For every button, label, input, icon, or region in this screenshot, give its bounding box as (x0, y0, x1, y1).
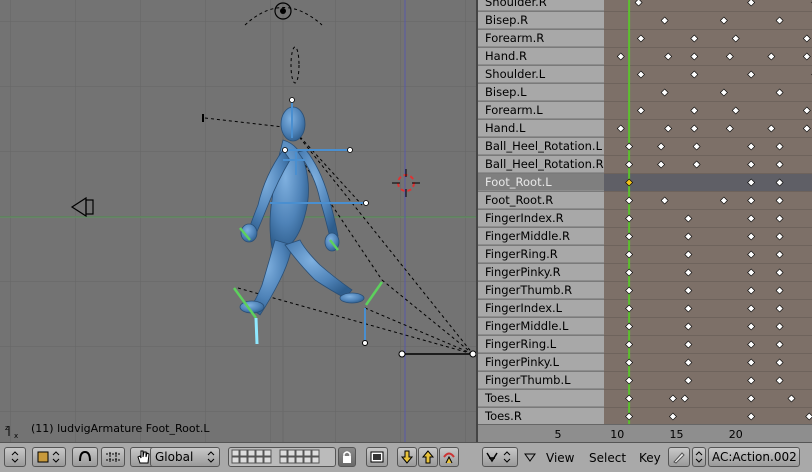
channel-label: Foot_Root.R (485, 193, 553, 207)
channel-label: Shoulder.R (485, 0, 547, 9)
channel-row[interactable]: Hand.L (478, 120, 604, 137)
channel-row[interactable]: Hand.R (478, 48, 604, 65)
channel-label: Toes.R (485, 409, 522, 423)
channel-label: Foot_Root.L (485, 175, 552, 189)
pose-paste-icon[interactable] (418, 447, 438, 467)
channel-row[interactable]: Forearm.L (478, 102, 604, 119)
viewport-canvas[interactable] (0, 0, 476, 442)
channel-label: FingerThumb.L (485, 373, 571, 387)
channel-label: FingerIndex.R (485, 211, 564, 225)
channel-row[interactable]: Toes.L (478, 390, 604, 407)
channel-row[interactable]: Bisep.R (478, 12, 604, 29)
channel-label: FingerMiddle.L (485, 319, 568, 333)
ruler-tick-label: 10 (610, 428, 624, 441)
action-editor-header: View Select Key AC:Action.002 (478, 442, 812, 472)
action-editor-icon[interactable] (482, 447, 518, 467)
channel-label: FingerRing.R (485, 247, 558, 261)
svg-text:x: x (14, 432, 18, 440)
layer-buttons[interactable] (228, 447, 336, 467)
viewport-header: Global (0, 442, 478, 472)
pivot-icon[interactable] (72, 447, 98, 467)
ruler-tick-label: 15 (670, 428, 684, 441)
3d-viewport[interactable]: z x (11) ludvigArmature Foot_Root.L (0, 0, 478, 442)
channel-row[interactable]: Bisep.L (478, 84, 604, 101)
pose-flip-icon[interactable] (439, 447, 459, 467)
channel-row[interactable]: FingerThumb.R (478, 282, 604, 299)
action-browse-icon[interactable] (668, 447, 690, 467)
channel-row[interactable]: Forearm.R (478, 30, 604, 47)
pose-copy-icon[interactable] (397, 447, 417, 467)
channel-label: Toes.L (485, 391, 520, 405)
channel-label: Forearm.L (485, 103, 543, 117)
orientation-label: Global (155, 450, 193, 464)
channel-label: FingerMiddle.R (485, 229, 570, 243)
channel-row[interactable]: FingerRing.L (478, 336, 604, 353)
window-type-icon[interactable] (4, 447, 26, 467)
channel-row[interactable]: FingerIndex.R (478, 210, 604, 227)
channel-label: FingerThumb.R (485, 283, 572, 297)
channel-label: Shoulder.L (485, 67, 545, 81)
channel-label: Hand.R (485, 49, 527, 63)
channel-row[interactable]: FingerThumb.L (478, 372, 604, 389)
channel-label: FingerPinky.L (485, 355, 559, 369)
frame-ruler[interactable]: 5 10 15 20 (478, 424, 812, 442)
ruler-tick-label: 20 (729, 428, 743, 441)
viewport-status-text: (11) ludvigArmature Foot_Root.L (31, 422, 210, 435)
channel-label: Ball_Heel_Rotation.R (485, 157, 604, 171)
render-icon[interactable] (366, 447, 388, 467)
channel-row[interactable]: FingerPinky.L (478, 354, 604, 371)
snap-grid-icon[interactable] (101, 447, 125, 467)
channel-row[interactable]: FingerPinky.R (478, 264, 604, 281)
channel-row[interactable]: Foot_Root.L (478, 174, 604, 191)
menu-view[interactable]: View (546, 451, 574, 465)
channel-label: Bisep.L (485, 85, 527, 99)
channel-row[interactable]: Ball_Heel_Rotation.L (478, 138, 604, 155)
axis-gizmo-icon: z x (5, 422, 25, 440)
channel-row[interactable]: Shoulder.L (478, 66, 604, 83)
object-mode-icon[interactable] (32, 447, 66, 467)
channel-label: FingerPinky.R (485, 265, 561, 279)
svg-text:z: z (5, 424, 9, 432)
channel-row[interactable]: Ball_Heel_Rotation.R (478, 156, 604, 173)
action-name-label: AC:Action.002 (712, 450, 797, 464)
action-browse-arrows-icon[interactable] (692, 447, 706, 467)
channel-list: Shoulder.R Bisep.R Forearm.R Hand.R Shoulder… (478, 0, 604, 424)
channel-row[interactable]: FingerMiddle.L (478, 318, 604, 335)
channel-label: Ball_Heel_Rotation.L (485, 139, 602, 153)
channel-row[interactable]: Toes.R (478, 408, 604, 425)
channel-label: Forearm.R (485, 31, 544, 45)
ruler-tick-label: 5 (555, 428, 562, 441)
collapse-menu-icon[interactable] (524, 453, 536, 463)
menu-select[interactable]: Select (589, 451, 626, 465)
channel-label: FingerRing.L (485, 337, 556, 351)
channel-label: Bisep.R (485, 13, 528, 27)
lock-icon[interactable] (338, 447, 356, 467)
channel-row[interactable]: FingerMiddle.R (478, 228, 604, 245)
menu-key[interactable]: Key (639, 451, 661, 465)
selected-bone (256, 318, 257, 344)
channel-label: Hand.L (485, 121, 525, 135)
action-editor[interactable]: Shoulder.R Bisep.R Forearm.R Hand.R Shoulder… (478, 0, 812, 442)
action-name-field[interactable]: AC:Action.002 (708, 447, 800, 467)
orientation-select[interactable]: Global (150, 447, 220, 467)
channel-row[interactable]: Shoulder.R (478, 0, 604, 11)
channel-row[interactable]: FingerRing.R (478, 246, 604, 263)
keyframe-area[interactable] (604, 0, 812, 424)
channel-row[interactable]: Foot_Root.R (478, 192, 604, 209)
channel-label: FingerIndex.L (485, 301, 562, 315)
channel-row[interactable]: FingerIndex.L (478, 300, 604, 317)
